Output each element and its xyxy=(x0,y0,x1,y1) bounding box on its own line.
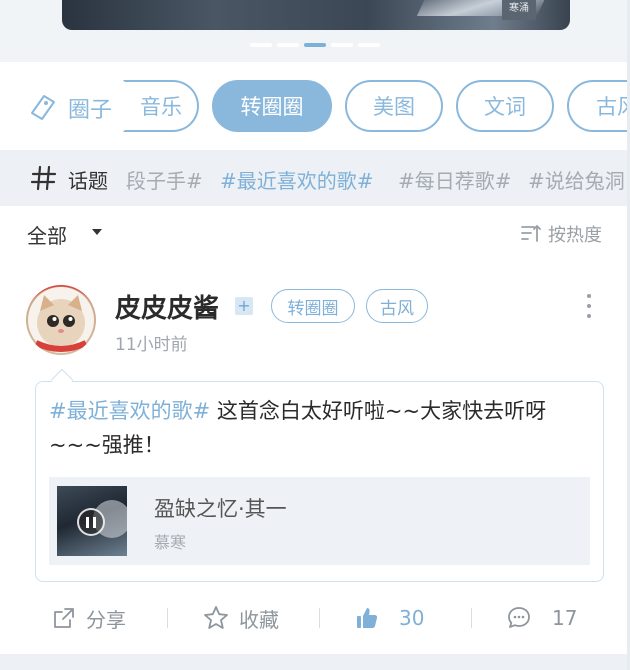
page-dot-active xyxy=(304,43,326,47)
page-dot xyxy=(277,43,299,47)
divider xyxy=(319,608,320,628)
category-pill-gufeng[interactable]: 古风 xyxy=(567,80,630,132)
post-timestamp: 11小时前 xyxy=(115,335,188,355)
topic-item[interactable]: #每日荐歌# xyxy=(398,165,512,194)
divider xyxy=(167,608,168,628)
tag-icon xyxy=(31,95,55,120)
page-dot xyxy=(331,43,353,47)
banner-image[interactable]: 寒涌 xyxy=(62,0,570,30)
song-artist: 慕寒 xyxy=(154,533,187,552)
post-tag[interactable]: 转圈圈 xyxy=(271,289,355,323)
avatar[interactable] xyxy=(26,285,96,355)
category-pill-label: 美图 xyxy=(373,95,415,119)
song-title: 盈缺之忆·其一 xyxy=(154,497,287,521)
divider xyxy=(471,608,472,628)
category-pill-music[interactable]: 音乐 xyxy=(123,80,199,132)
bottom-divider xyxy=(0,654,630,670)
topic-item[interactable]: 段子手# xyxy=(126,165,203,194)
like-button[interactable]: 30 xyxy=(355,603,424,633)
post-tag-label: 古风 xyxy=(380,298,414,319)
category-pill-zhuanquanquan[interactable]: 转圈圈 xyxy=(212,80,332,132)
song-card[interactable]: 盈缺之忆·其一 慕寒 xyxy=(49,477,590,565)
topic-item[interactable]: #说给兔洞 xyxy=(528,165,625,194)
category-row: 圈子 音乐 转圈圈 美图 文词 古风 xyxy=(0,62,630,150)
share-label: 分享 xyxy=(86,607,126,632)
category-pill-label: 文词 xyxy=(484,95,526,119)
sort-icon[interactable] xyxy=(520,222,542,244)
post-text[interactable]: #最近喜欢的歌# 这首念白太好听啦~~大家快去听呀~~~强推！ xyxy=(49,394,594,462)
banner-page-indicator xyxy=(250,43,380,47)
favorite-button[interactable]: 收藏 xyxy=(203,603,279,633)
banner-area: 寒涌 xyxy=(0,0,630,62)
topic-label: 话题 xyxy=(68,169,108,193)
more-options-icon[interactable] xyxy=(586,294,592,318)
banner-stamp: 寒涌 xyxy=(502,0,536,20)
topic-item-highlight[interactable]: #最近喜欢的歌# xyxy=(220,165,374,194)
category-pill-label: 古风 xyxy=(596,95,630,119)
album-cover xyxy=(57,486,127,556)
like-count: 30 xyxy=(399,606,425,630)
plus-badge: + xyxy=(235,297,253,315)
share-button[interactable]: 分享 xyxy=(52,603,126,633)
post-tag[interactable]: 古风 xyxy=(366,289,428,323)
post-tag-label: 转圈圈 xyxy=(287,298,339,319)
thumbs-up-icon xyxy=(357,608,378,628)
circle-label: 圈子 xyxy=(68,98,113,123)
filter-dropdown[interactable]: 全部 xyxy=(27,220,67,249)
topic-row: 话题 段子手# #最近喜欢的歌# #每日荐歌# #说给兔洞 xyxy=(0,150,630,206)
category-pill-meitu[interactable]: 美图 xyxy=(345,80,443,132)
cat-avatar-illustration xyxy=(28,287,94,353)
comment-count: 17 xyxy=(552,606,578,630)
page-dot xyxy=(358,43,380,47)
page-dot xyxy=(250,43,272,47)
post-hashtag[interactable]: #最近喜欢的歌# xyxy=(49,399,210,423)
username[interactable]: 皮皮皮酱 xyxy=(115,288,219,325)
share-icon xyxy=(54,608,74,628)
chevron-down-icon[interactable] xyxy=(92,229,102,235)
hashtag-icon xyxy=(30,165,57,191)
comment-button[interactable]: 17 xyxy=(506,603,577,633)
category-pill-wenci[interactable]: 文词 xyxy=(456,80,554,132)
category-pill-label: 音乐 xyxy=(140,95,182,119)
sort-by-hot-button[interactable]: 按热度 xyxy=(548,221,602,247)
comment-icon xyxy=(508,607,530,628)
category-pill-label: 转圈圈 xyxy=(240,95,304,119)
star-icon xyxy=(204,606,228,629)
pause-icon[interactable] xyxy=(77,508,105,536)
favorite-label: 收藏 xyxy=(239,607,279,632)
